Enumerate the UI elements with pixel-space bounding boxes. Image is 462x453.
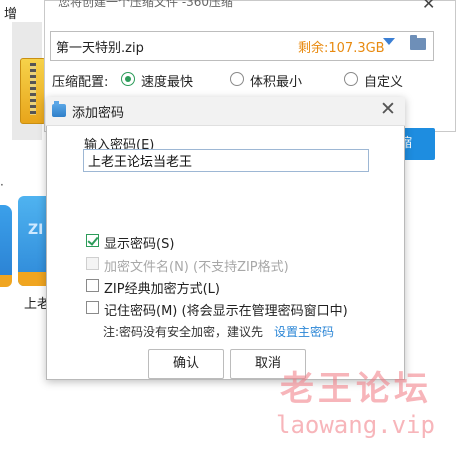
radio-custom[interactable] [344, 72, 358, 86]
password-input[interactable] [83, 149, 369, 172]
free-space-label: 剩余:107.3GB [298, 41, 385, 56]
close-icon[interactable]: ✕ [380, 98, 396, 120]
encrypt-filename-label: 加密文件名(N) (不支持ZIP格式) [104, 260, 289, 275]
compress-window-title: 您将创建一个压缩文件 -360压缩 [58, 0, 234, 9]
watermark-cn: 老王论坛 [280, 369, 432, 409]
app-icon [52, 101, 66, 117]
radio-smallest[interactable] [230, 72, 244, 86]
zip-file-thumbnail[interactable] [12, 22, 46, 140]
remember-password-checkbox[interactable] [86, 301, 99, 314]
show-password-label[interactable]: 显示密码(S) [104, 233, 174, 252]
zip-classic-encryption-label[interactable]: ZIP经典加密方式(L) [104, 278, 220, 297]
close-icon[interactable]: ✕ [422, 0, 435, 13]
output-file-name[interactable]: 第一天特别.zip [56, 37, 144, 56]
show-password-checkbox[interactable] [86, 234, 99, 247]
compress-config-label: 压缩配置: [52, 75, 109, 90]
side-glyph: · [0, 178, 4, 192]
dropdown-arrow-icon[interactable] [383, 38, 395, 45]
remember-password-label[interactable]: 记住密码(M) (将会显示在管理密码窗口中) [104, 300, 348, 319]
watermark-en: laowang.vip [276, 411, 435, 439]
security-note: 注:密码没有安全加密，建议先 [103, 325, 264, 339]
zip-icon [20, 58, 46, 124]
confirm-button[interactable]: 确认 [148, 349, 224, 379]
zip-classic-encryption-checkbox[interactable] [86, 279, 99, 292]
radio-fastest[interactable] [121, 72, 135, 86]
set-master-password-link[interactable]: 设置主密码 [274, 323, 334, 340]
thumb-text: ZI [28, 222, 44, 238]
dialog-title: 添加密码 [72, 106, 125, 121]
option-fastest-label[interactable]: 速度最快 [141, 71, 193, 90]
zip-file-thumbnail-2[interactable]: ZI [18, 196, 46, 286]
file-thumbnail-left[interactable] [0, 205, 12, 287]
option-custom-label[interactable]: 自定义 [364, 71, 403, 90]
encrypt-filename-checkbox [86, 257, 99, 270]
option-smallest-label[interactable]: 体积最小 [250, 71, 302, 90]
background-label: 增 [4, 7, 18, 22]
folder-icon[interactable] [410, 35, 426, 50]
